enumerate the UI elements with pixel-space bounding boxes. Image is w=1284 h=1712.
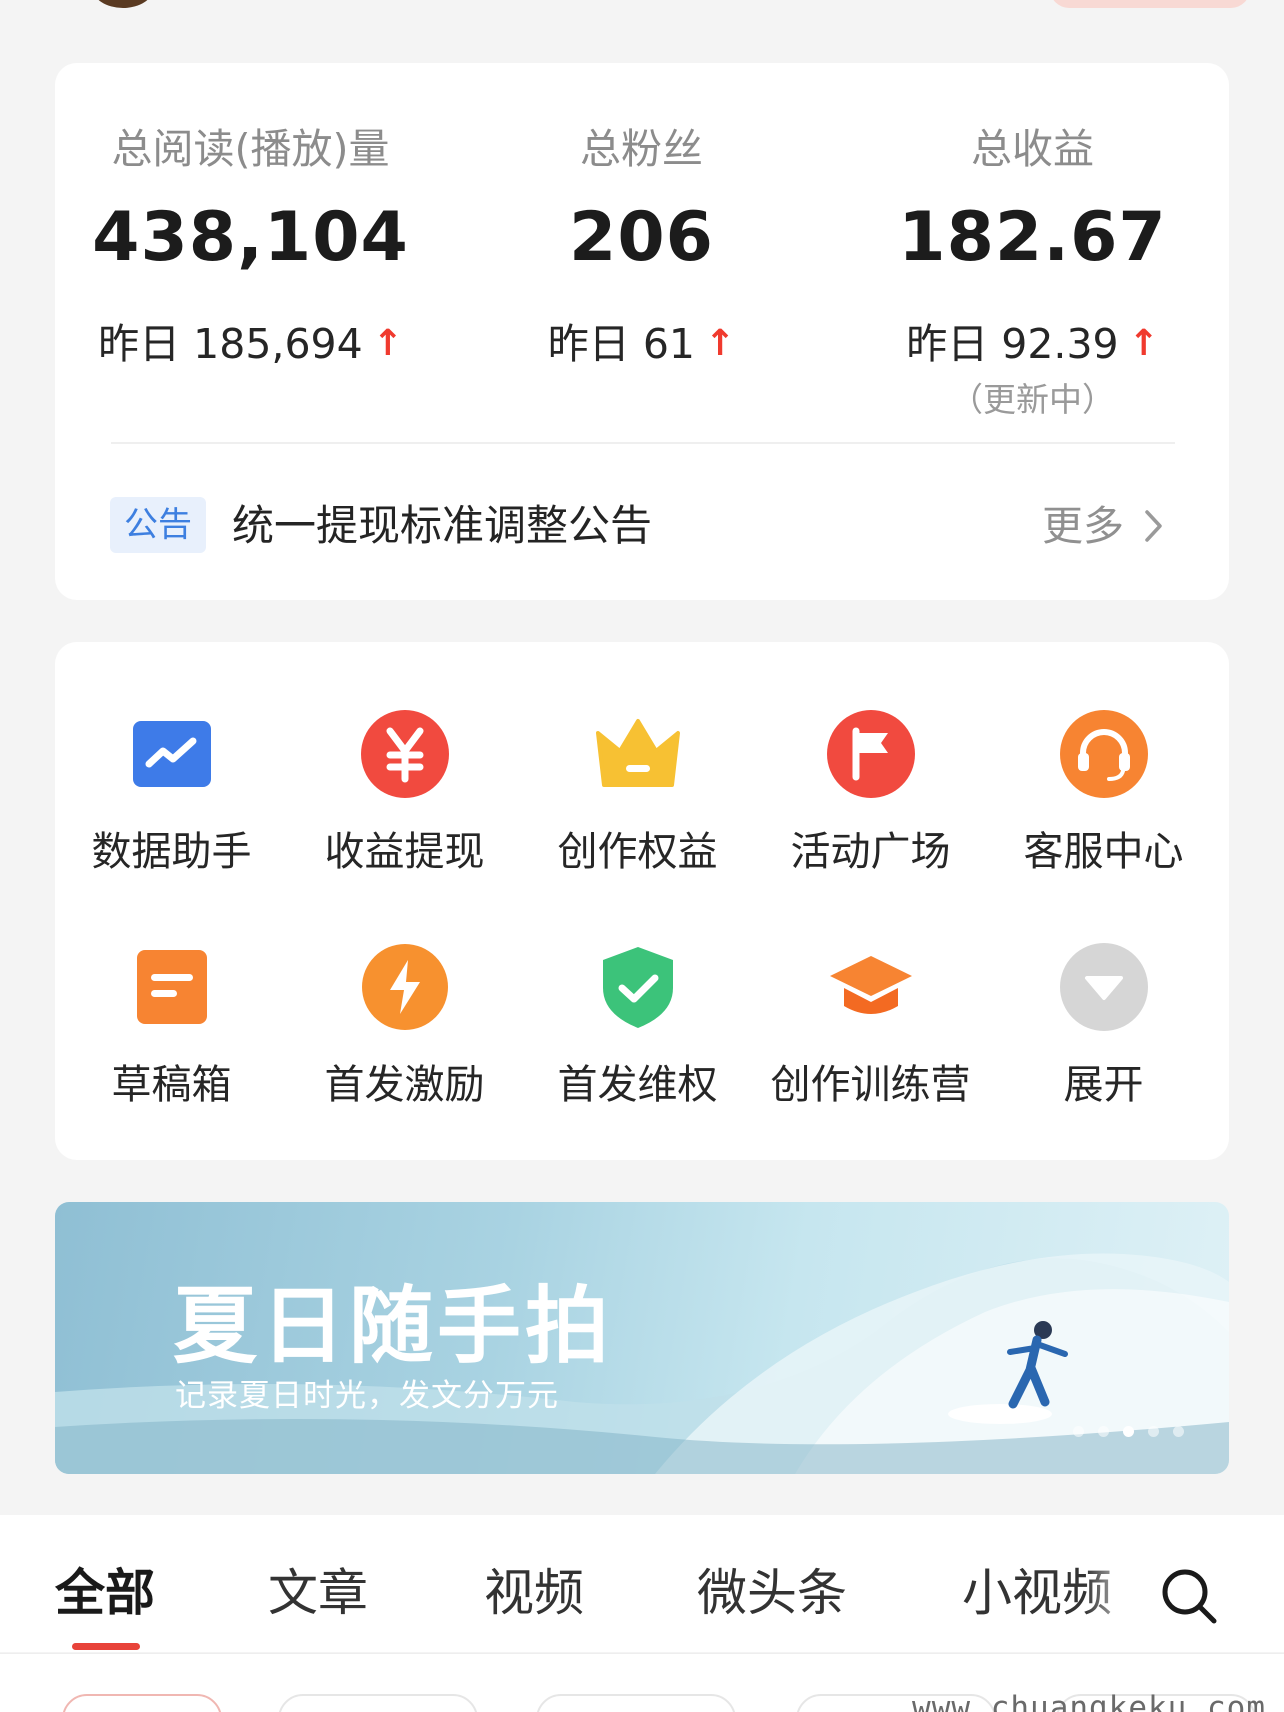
expand-down-icon (1060, 943, 1148, 1031)
tool-label: 客服中心 (1023, 829, 1184, 875)
stat-value: 438,104 (92, 198, 409, 277)
pagination-dot-active (1123, 1426, 1134, 1437)
tool-first-publish-protection[interactable]: 首发维权 (521, 942, 754, 1142)
tool-expand[interactable]: 展开 (987, 942, 1220, 1142)
tab-scroll-fade (1085, 1535, 1155, 1635)
filter-chip[interactable] (536, 1694, 736, 1712)
up-arrow-icon: ↑ (705, 323, 736, 364)
tool-income-withdraw[interactable]: 收益提现 (288, 709, 521, 909)
tool-creator-training-camp[interactable]: 创作训练营 (754, 942, 987, 1142)
graduation-cap-icon (830, 956, 912, 1014)
stat-yesterday: 昨日 92.39 ↑ (837, 310, 1228, 370)
tool-label: 创作训练营 (770, 1062, 971, 1108)
tool-label: 创作权益 (557, 829, 718, 875)
stats-card: 总阅读(播放)量 438,104 昨日 185,694 ↑ 总粉丝 206 昨日 … (55, 63, 1229, 600)
notice-more-button[interactable]: 更多 (1042, 498, 1168, 554)
tool-label: 数据助手 (91, 829, 252, 875)
tool-label: 收益提现 (324, 829, 485, 875)
pagination-dot (1173, 1426, 1184, 1437)
pagination-dot (1073, 1426, 1084, 1437)
tab-videos[interactable]: 视频 (484, 1553, 584, 1625)
tool-label: 展开 (1063, 1062, 1144, 1108)
search-icon[interactable] (1158, 1565, 1220, 1627)
tab-all[interactable]: 全部 (55, 1553, 155, 1625)
tab-micro-posts[interactable]: 微头条 (697, 1553, 847, 1625)
tool-label: 首发维权 (557, 1062, 718, 1108)
chart-trend-icon (133, 721, 211, 787)
active-tab-indicator (72, 1643, 140, 1650)
tab-articles[interactable]: 文章 (268, 1553, 368, 1625)
draft-box-icon (137, 950, 207, 1024)
stat-label: 总阅读(播放)量 (111, 125, 390, 173)
up-arrow-icon: ↑ (372, 323, 403, 364)
stat-update-note: （更新中） (950, 380, 1115, 419)
filter-chip[interactable] (278, 1694, 478, 1712)
stat-label: 总收益 (971, 125, 1094, 173)
divider (111, 442, 1175, 444)
lightning-icon (362, 944, 448, 1030)
chevron-right-icon (1145, 510, 1162, 542)
up-arrow-icon: ↑ (1128, 323, 1159, 364)
tool-event-square[interactable]: 活动广场 (754, 709, 987, 909)
filter-chip[interactable] (62, 1694, 222, 1712)
notice-badge: 公告 (110, 497, 206, 553)
banner-pagination (1073, 1422, 1198, 1437)
flag-icon (827, 710, 915, 798)
stat-yesterday: 昨日 185,694 ↑ (55, 310, 446, 370)
tool-drafts[interactable]: 草稿箱 (55, 942, 288, 1142)
stat-yesterday-text: 昨日 185,694 (98, 320, 363, 368)
pagination-dot (1098, 1426, 1109, 1437)
top-strip (0, 0, 1284, 60)
banner-subtitle: 记录夏日时光，发文分万元 (175, 1378, 559, 1414)
crown-icon (596, 719, 680, 787)
stat-value: 182.67 (898, 198, 1167, 277)
headset-icon (1060, 710, 1148, 798)
tool-label: 草稿箱 (111, 1062, 232, 1108)
notice-more-label: 更多 (1042, 502, 1124, 550)
stat-yesterday-text: 昨日 92.39 (906, 320, 1119, 368)
tool-customer-service[interactable]: 客服中心 (987, 709, 1220, 909)
tool-creator-rights[interactable]: 创作权益 (521, 709, 754, 909)
stat-label: 总粉丝 (580, 125, 703, 173)
stat-yesterday-text: 昨日 61 (547, 320, 696, 368)
tool-label: 首发激励 (324, 1062, 485, 1108)
promo-banner[interactable]: 夏日随手拍 记录夏日时光，发文分万元 (55, 1202, 1229, 1474)
header-action-pill[interactable] (1050, 0, 1250, 8)
shield-check-icon (603, 947, 673, 1028)
banner-title: 夏日随手拍 (173, 1277, 614, 1375)
stat-yesterday: 昨日 61 ↑ (446, 310, 837, 370)
tool-label: 活动广场 (790, 829, 951, 875)
tool-first-publish-reward[interactable]: 首发激励 (288, 942, 521, 1142)
content-tab-bar: 全部 文章 视频 微头条 小视频 (0, 1515, 1284, 1652)
stat-value: 206 (569, 198, 714, 277)
tool-data-assistant[interactable]: 数据助手 (55, 709, 288, 909)
watermark: www.chuangkeku.com (912, 1690, 1266, 1712)
avatar[interactable] (92, 0, 154, 8)
pagination-dot (1148, 1426, 1159, 1437)
notice-link[interactable]: 统一提现标准调整公告 (232, 498, 652, 554)
tools-grid-card: 数据助手 收益提现 创作权益 活动广场 客服中心 草稿箱 首发激励 首发维权 创… (55, 642, 1229, 1160)
yuan-coin-icon (361, 710, 449, 798)
